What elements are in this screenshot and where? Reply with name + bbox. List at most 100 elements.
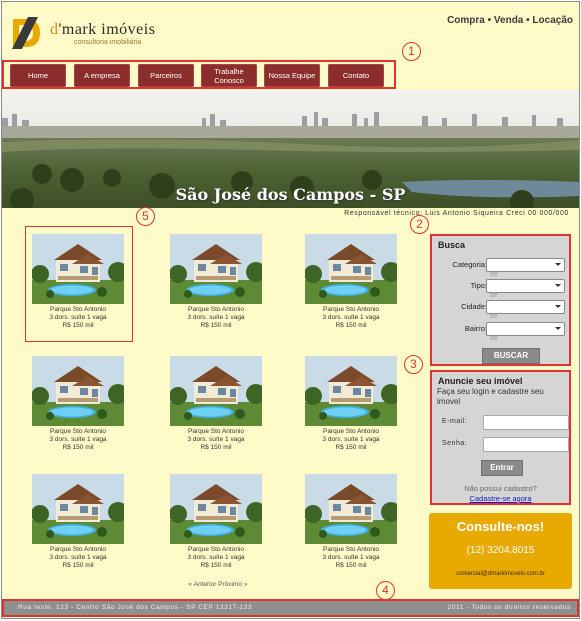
callout-5: 5 [136,207,155,226]
logo-mark-icon [12,17,40,49]
listing-name: Parque Sto Antonio [187,306,244,313]
email-label: E-mail: [442,418,468,425]
listing-name: Parque Sto Antonio [187,428,244,435]
nav-parceiros-button[interactable]: Parceiros [138,64,194,87]
listing-description: 3 dors. suíte 1 vaga [187,436,245,443]
logo[interactable]: d'mark imóveis consultoria imobiliária [10,13,170,53]
top-links[interactable]: Compra • Venda • Locação [447,15,573,26]
listing-name: Parque Sto Antonio [322,428,379,435]
logo-name-prefix: d [50,21,59,38]
listing-card[interactable]: Parque Sto Antonio 3 dors. suíte 1 vaga R$… [292,234,410,330]
listing-description: 3 dors. suíte 1 vaga [322,436,380,443]
no-account-text: Não possui cadastro? [464,484,537,493]
footer-rights: 2011 - Todos os direitos reservados [447,604,571,611]
search-title: Busca [438,240,466,250]
listing-price: R$ 150 mil [200,444,232,451]
advertise-title: Anuncie seu imóvel [438,376,523,386]
nav-trabalhe-button[interactable]: Trabalhe Conosco [201,64,257,87]
listing-description: 3 dors. suíte 1 vaga [49,436,107,443]
search-button[interactable]: BUSCAR [482,348,540,364]
house-photo [170,356,262,426]
search-category-select[interactable] [486,258,565,272]
nav-contato-button[interactable]: Contato [328,64,384,87]
search-category-label: Categoria: [452,260,487,269]
listing-card[interactable]: Parque Sto Antonio 3 dors. suíte 1 vaga R$… [292,356,410,452]
contact-email[interactable]: comercial@dmarkimoveis.com.br [429,571,572,577]
listing-price: R$ 150 mil [200,322,232,329]
listing-price: R$ 150 mil [335,444,367,451]
password-row: Senha: [440,437,569,452]
search-city-row: Cidade: be [438,300,565,320]
contact-title: Consulte-nos! [456,519,545,534]
search-type-select[interactable] [486,279,565,293]
listing-card[interactable]: Parque Sto Antonio 3 dors. suíte 1 vaga R$… [157,356,275,452]
listing-price: R$ 150 mil [62,562,94,569]
search-neighborhood-row: Bairro: be [438,322,565,342]
callout-4: 4 [376,581,395,600]
listing-price: R$ 150 mil [335,562,367,569]
responsavel-tecnico: Responsável técnico: Luis Antonio Siquei… [344,210,569,217]
listing-description: 3 dors. suíte 1 vaga [322,554,380,561]
search-neighborhood-label: Bairro: [464,324,487,333]
pagination[interactable]: « Anterior Próximo » [2,581,434,588]
logo-subtitle: consultoria imobiliária [74,39,142,46]
listing-name: Parque Sto Antonio [49,546,106,553]
listing-card[interactable]: Parque Sto Antonio 3 dors. suíte 1 vaga R$… [157,234,275,330]
listing-description: 3 dors. suíte 1 vaga [49,554,107,561]
house-photo [305,234,397,304]
banner-title: São José dos Campos - SP [175,185,406,204]
search-type-label: Tipo: [470,281,487,290]
search-city-select[interactable] [486,300,565,314]
listing-description: 3 dors. suíte 1 vaga [187,554,245,561]
house-photo [32,474,124,544]
password-label: Senha: [442,440,468,447]
chevron-down-icon [555,284,561,287]
listing-description: 3 dors. suíte 1 vaga [322,314,380,321]
search-category-hint: be [490,271,498,278]
search-panel: Busca Categoria: be Tipo: be Cidade: be … [430,234,571,366]
email-row: E-mail: [440,415,569,430]
search-city-hint: be [490,313,498,320]
page: d'mark imóveis consultoria imobiliária C… [1,1,580,619]
chevron-down-icon [555,327,561,330]
search-neighborhood-select[interactable] [486,322,565,336]
logo-name: d'mark imóveis [50,21,155,39]
search-category-row: Categoria: be [438,258,565,278]
nav-equipe-button[interactable]: Nossa Equipe [264,64,320,87]
listing-card[interactable]: Parque Sto Antonio 3 dors. suíte 1 vaga R$… [157,474,275,570]
house-photo [170,234,262,304]
nav-empresa-button[interactable]: A empresa [74,64,130,87]
house-photo [305,356,397,426]
city-banner: São José dos Campos - SP [2,90,579,208]
house-photo [32,356,124,426]
password-field[interactable] [483,437,569,452]
main-nav: Home A empresa Parceiros Trabalhe Conosc… [2,60,396,89]
listing-name: Parque Sto Antonio [322,546,379,553]
email-field[interactable] [483,415,569,430]
listing-name: Parque Sto Antonio [49,428,106,435]
login-button[interactable]: Entrar [481,460,523,476]
search-neighborhood-hint: be [490,335,498,342]
signup-link[interactable]: Cadastre-se agora [432,494,569,503]
chevron-down-icon [555,263,561,266]
footer: Rua teste, 123 - Centro São José dos Cam… [2,599,579,617]
listing-name: Parque Sto Antonio [187,546,244,553]
listing-description: 3 dors. suíte 1 vaga [187,314,245,321]
listing-price: R$ 150 mil [62,444,94,451]
listing-name: Parque Sto Antonio [322,306,379,313]
callout-1: 1 [402,42,421,61]
contact-box: Consulte-nos! (12) 3204.8015 comercial@d… [429,513,572,589]
search-type-hint: be [490,292,498,299]
advertise-panel: Anuncie seu imóvel Faça seu login e cada… [430,370,571,505]
logo-name-rest: 'mark imóveis [58,21,156,38]
listing-price: R$ 150 mil [200,562,232,569]
callout-2: 2 [410,215,429,234]
contact-phone[interactable]: (12) 3204.8015 [429,545,572,556]
listing-card[interactable]: Parque Sto Antonio 3 dors. suíte 1 vaga R$… [19,474,137,570]
listing-card[interactable]: Parque Sto Antonio 3 dors. suíte 1 vaga R$… [19,356,137,452]
listing-price: R$ 150 mil [335,322,367,329]
listing-card[interactable]: Parque Sto Antonio 3 dors. suíte 1 vaga R$… [292,474,410,570]
nav-home-button[interactable]: Home [10,64,66,87]
footer-address: Rua teste, 123 - Centro São José dos Cam… [18,604,253,611]
chevron-down-icon [555,305,561,308]
